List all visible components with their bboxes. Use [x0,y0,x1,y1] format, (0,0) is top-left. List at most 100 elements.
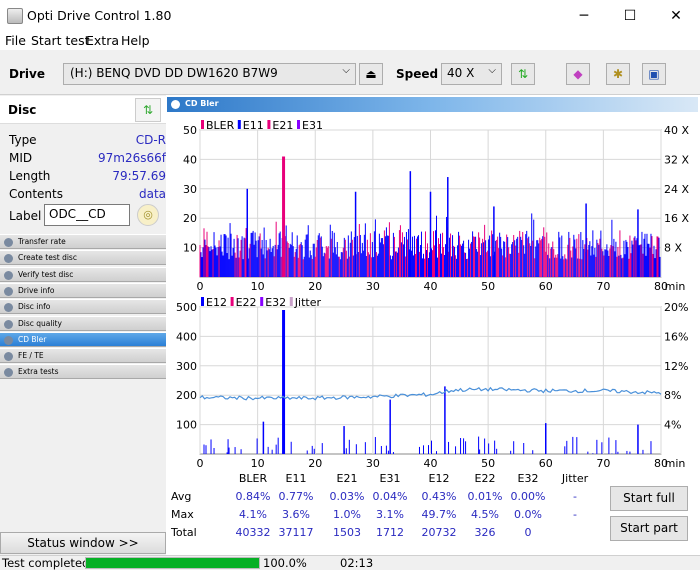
stats-cell: 0.00% [510,490,546,503]
x-tick-label: 30 [366,457,380,467]
stats-cell: 3.6% [282,508,310,521]
legend-swatch [267,120,271,129]
status-bar: Test completed 100.0% 02:13 [0,555,700,570]
stats-cell: 0.0% [514,508,542,521]
nav-icon [4,254,13,264]
disc-refresh-button[interactable]: ⇅ [135,98,161,122]
nav-icon [4,319,13,329]
x-tick-label: 10 [251,457,265,467]
x-tick-label: 20 [308,457,322,467]
nav-item-fe-te[interactable]: FE / TE [0,348,166,364]
start-part-button[interactable]: Start part [610,516,688,541]
elapsed-time: 02:13 [340,556,374,570]
nav-item-transfer-rate[interactable]: Transfer rate [0,234,166,249]
legend-label: BLER [206,119,235,132]
nav-icon [4,368,13,378]
x-unit-label: min [665,280,686,293]
y-tick-label: 10 [183,242,197,255]
x-tick-label: 20 [308,280,322,293]
y-tick-label: 100 [176,419,197,432]
chevron-down-icon: ⌵ [488,65,496,76]
status-window-button[interactable]: Status window >> [0,532,166,554]
nav-icon [4,286,13,296]
start-full-button[interactable]: Start full [610,486,688,511]
settings-button[interactable]: ✱ [606,63,630,85]
disc-label-apply-button[interactable]: ◎ [137,204,159,226]
legend-label: E31 [302,119,323,132]
toolbar: Drive (H:) BENQ DVD DD DW1620 B7W9 ⌵ ⏏ S… [0,51,700,95]
nav-item-label: Transfer rate [18,237,66,246]
nav-item-label: Create test disc [18,253,77,263]
nav-item-label: FE / TE [18,351,44,361]
disc-label-input[interactable]: ODC__CD [44,204,130,226]
nav-item-disc-quality[interactable]: Disc quality [0,315,166,331]
x-tick-label: 50 [481,280,495,293]
x-tick-label: 40 [424,280,438,293]
x-tick-label: 30 [366,280,380,293]
stats-row-label: Total [171,526,197,539]
nav-item-disc-info[interactable]: Disc info [0,299,166,315]
cd-icon [171,100,180,109]
nav-item-label: Disc info [18,302,51,312]
close-button[interactable]: ✕ [653,0,699,32]
nav-item-drive-info[interactable]: Drive info [0,282,166,298]
y-tick-label: 400 [176,330,197,343]
disc-length-key: Length [9,169,51,183]
legend-swatch [201,120,204,129]
stats-cell: 0.43% [421,490,457,503]
nav-item-label: CD Bler [18,334,47,344]
stats-cell: - [573,508,577,521]
legend-label: E21 [272,119,293,132]
minimize-button[interactable]: ─ [561,0,607,32]
nav-item-create-test-disc[interactable]: Create test disc [0,250,166,266]
legend-swatch [230,297,234,306]
nav-item-cd-bler[interactable]: CD Bler [0,331,166,347]
chevron-down-icon: ⌵ [342,65,350,76]
stats-col-header: E11 [285,472,307,485]
eject-button[interactable]: ⏏ [359,63,383,85]
x-tick-label: 60 [539,457,553,467]
chart-panel-title: CD Bler [185,99,219,108]
disc-mid-value: 97m26s66f [98,151,166,165]
erase-button[interactable]: ◆ [566,63,590,85]
x-tick-label: 60 [539,280,553,293]
y-tick-label: 40 [183,153,197,166]
window-title: Opti Drive Control 1.80 [27,8,172,23]
menu-extra[interactable]: Extra [86,33,119,48]
maximize-button[interactable]: ☐ [607,0,653,32]
nav-icon [4,335,13,345]
stats-cell: 49.7% [421,508,457,521]
legend-swatch [237,120,241,129]
stats-row-label: Avg [171,490,192,503]
refresh-speed-button[interactable]: ⇅ [511,63,535,85]
stats-cell: 0 [524,526,532,539]
stats-cell: 37117 [278,526,314,539]
y-tick-label: 50 [183,124,197,137]
drive-select[interactable]: (H:) BENQ DVD DD DW1620 B7W9 ⌵ [63,63,356,85]
legend-swatch [289,297,293,306]
disc-header: Disc ⇅ [0,96,166,124]
stats-cell: 1712 [376,526,404,539]
menu-start-test[interactable]: Start test [31,33,90,48]
x-tick-label: 0 [197,280,204,293]
stats-row-label: Max [171,508,194,521]
drive-select-value: (H:) BENQ DVD DD DW1620 B7W9 [70,66,278,80]
eraser-icon: ◆ [573,67,583,81]
nav-item-label: Drive info [18,285,55,295]
nav-item-verify-test-disc[interactable]: Verify test disc [0,266,166,282]
x-tick-label: 50 [481,457,495,467]
stats-col-header: E12 [428,472,450,485]
y2-tick-label: 8 X [664,242,682,255]
x-tick-label: 10 [251,280,265,293]
menu-file[interactable]: File [5,33,26,48]
nav-item-extra-tests[interactable]: Extra tests [0,364,166,380]
disc-length-value: 79:57.69 [112,169,166,183]
x-unit-label: min [665,457,686,467]
speed-select[interactable]: 40 X ⌵ [441,63,502,85]
nav-item-label: Extra tests [18,367,59,377]
stats-col-header: Jitter [561,472,589,485]
menu-help[interactable]: Help [121,33,150,48]
legend-label: E22 [236,296,257,309]
status-text: Test completed [2,556,90,570]
save-button[interactable]: ▣ [642,63,666,85]
